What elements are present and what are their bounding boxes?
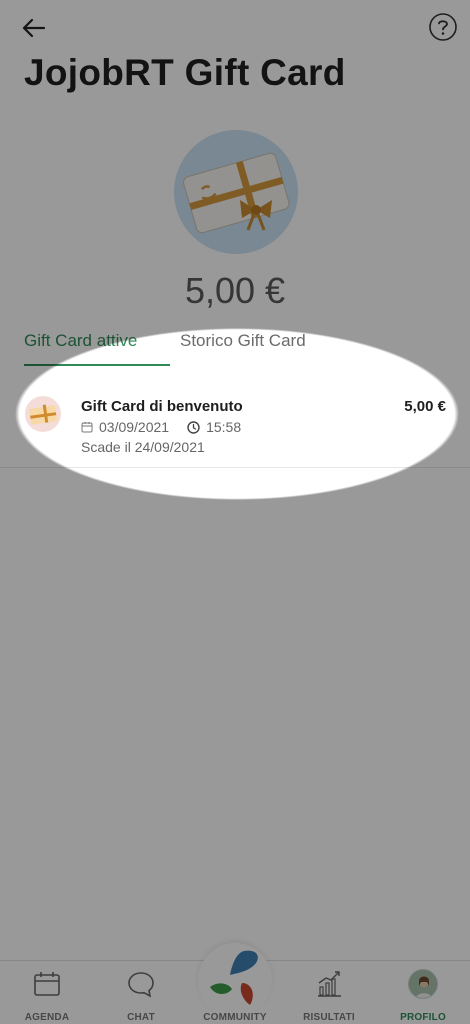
nav-label-community: COMMUNITY bbox=[203, 1012, 267, 1023]
nav-label-risultati: RISULTATI bbox=[303, 1012, 355, 1023]
gift-card-balance: 5,00 € bbox=[184, 270, 286, 311]
community-bubble bbox=[198, 943, 272, 1017]
tab-active-gift-cards[interactable]: Gift Card attive bbox=[24, 328, 170, 366]
gift-card-thumbnail bbox=[25, 396, 61, 432]
question-circle-icon bbox=[429, 13, 457, 41]
clock-icon bbox=[187, 420, 200, 434]
calendar-icon bbox=[81, 422, 93, 433]
nav-label-chat: CHAT bbox=[127, 1012, 155, 1023]
gift-card-date: 03/09/2021 bbox=[99, 419, 170, 435]
nav-item-risultati[interactable]: RISULTATI bbox=[282, 961, 376, 1024]
gift-card-amount: 5,00 € bbox=[404, 398, 446, 415]
gift-card-illustration bbox=[174, 130, 298, 254]
gift-card-expiry: Scade il 24/09/2021 bbox=[81, 439, 205, 455]
bottom-navigation: AGENDA CHAT COMMUNITY RISULTATI PROFILO bbox=[0, 943, 470, 1024]
nav-item-community[interactable]: COMMUNITY bbox=[188, 943, 282, 1024]
gift-card-screen: JojobRT Gift Card 5,00 € Gift Card attiv… bbox=[0, 0, 470, 1024]
nav-item-profilo[interactable]: PROFILO bbox=[376, 961, 470, 1024]
arrow-left-icon bbox=[22, 18, 46, 38]
gift-card-datetime: 03/09/2021 15:58 bbox=[81, 419, 241, 435]
tab-bar: Gift Card attive Storico Gift Card bbox=[24, 328, 464, 368]
chat-bubble-icon bbox=[128, 972, 154, 998]
nav-item-chat[interactable]: CHAT bbox=[94, 961, 188, 1024]
nav-label-profilo: PROFILO bbox=[400, 1012, 446, 1023]
nav-item-agenda[interactable]: AGENDA bbox=[0, 961, 94, 1024]
back-button[interactable] bbox=[18, 12, 50, 44]
gift-card-title: Gift Card di benvenuto bbox=[81, 398, 243, 415]
page-title: JojobRT Gift Card bbox=[24, 52, 346, 93]
nav-label-agenda: AGENDA bbox=[24, 1012, 70, 1023]
help-button[interactable] bbox=[428, 12, 458, 42]
leaves-icon bbox=[210, 950, 258, 1005]
calendar-icon bbox=[34, 972, 60, 996]
avatar bbox=[408, 969, 438, 999]
list-item[interactable]: Gift Card di benvenuto 5,00 € 03/09/2021… bbox=[0, 382, 470, 468]
chart-icon bbox=[318, 971, 341, 997]
gift-card-time: 15:58 bbox=[206, 419, 242, 435]
tab-gift-card-history[interactable]: Storico Gift Card bbox=[180, 328, 306, 366]
